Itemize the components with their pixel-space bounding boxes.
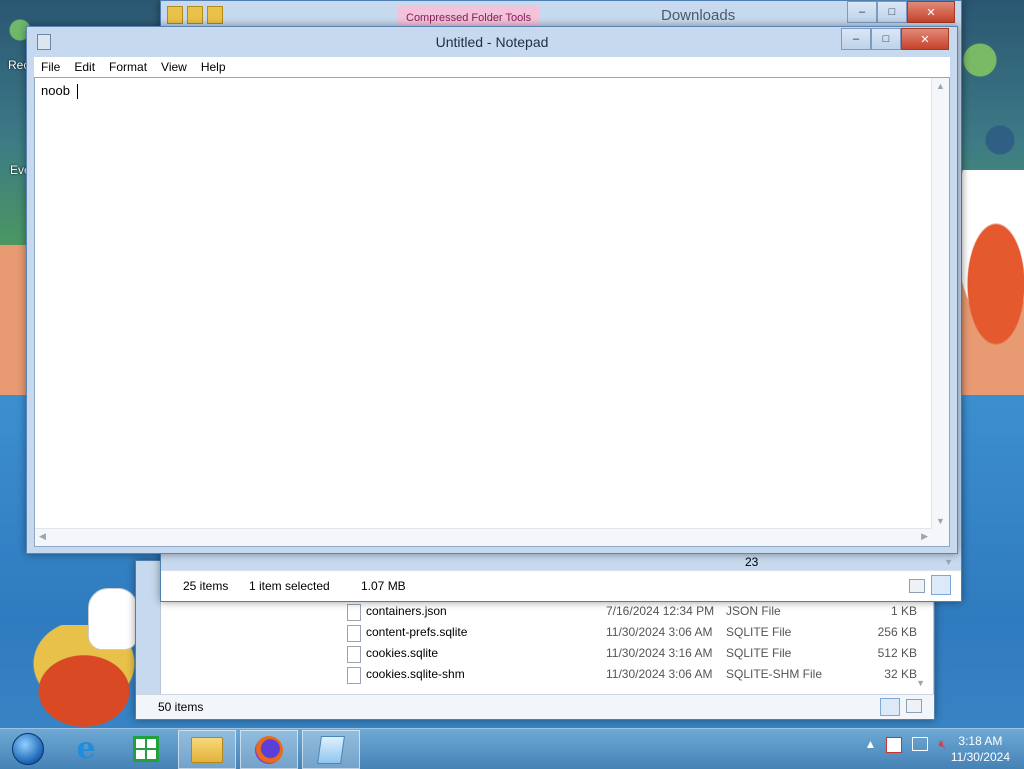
editor-content: noob xyxy=(41,83,70,98)
file-icon xyxy=(347,646,361,663)
close-button[interactable]: ✕ xyxy=(901,28,949,50)
status-bar: 25 items 1 item selected 1.07 MB xyxy=(161,570,961,601)
file-type: SQLITE-SHM File xyxy=(726,667,823,681)
minimize-button[interactable]: ‒ xyxy=(847,1,877,23)
start-button[interactable] xyxy=(0,730,56,767)
wallpaper-glove xyxy=(88,588,138,650)
file-icon xyxy=(347,667,361,684)
text-caret xyxy=(76,84,78,100)
volume-muted-icon[interactable]: 🔇︎ xyxy=(938,737,946,753)
taskbar: e ▲ 🔇︎ 3:18 AM 11/30/2024 xyxy=(0,728,1024,769)
clock-date: 11/30/2024 xyxy=(950,750,1010,764)
file-date: 7/16/2024 12:34 PM xyxy=(606,604,715,618)
scroll-left-arrow-icon[interactable]: ◀ xyxy=(39,531,46,542)
notepad-icon xyxy=(317,735,345,764)
details-view-icon[interactable] xyxy=(880,698,900,716)
windows-store-icon xyxy=(133,735,159,762)
caption-buttons: ‒ □ ✕ xyxy=(847,1,955,23)
compressed-folder-tools-tab[interactable]: Compressed Folder Tools xyxy=(398,5,540,27)
firefox-icon xyxy=(255,735,283,764)
large-icons-view-icon[interactable] xyxy=(931,575,951,595)
file-type: SQLITE File xyxy=(726,625,792,639)
file-name: content-prefs.sqlite xyxy=(366,625,468,639)
wallpaper-character-right xyxy=(960,170,1024,360)
file-row[interactable]: content-prefs.sqlite 11/30/2024 3:06 AM … xyxy=(347,623,917,643)
file-row[interactable]: containers.json 7/16/2024 12:34 PM JSON … xyxy=(347,602,917,622)
caption-buttons: ‒ □ ✕ xyxy=(841,28,949,50)
window-title: Untitled - Notepad xyxy=(435,34,549,50)
selection-count: 1 item selected xyxy=(249,579,330,593)
internet-explorer-button[interactable]: e xyxy=(58,730,114,767)
internet-explorer-icon: e xyxy=(76,731,96,766)
windows-logo-icon xyxy=(12,732,44,765)
folder-icon[interactable] xyxy=(207,6,223,24)
status-bar: 50 items xyxy=(136,694,934,719)
vertical-scrollbar[interactable]: ▲ ▼ xyxy=(931,78,949,529)
file-name: cookies.sqlite-shm xyxy=(366,667,465,681)
menu-help[interactable]: Help xyxy=(194,57,233,77)
file-icon xyxy=(347,625,361,642)
file-row[interactable]: cookies.sqlite-shm 11/30/2024 3:06 AM SQ… xyxy=(347,665,917,685)
close-button[interactable]: ✕ xyxy=(907,1,955,23)
window-title: Downloads xyxy=(661,7,736,24)
properties-icon[interactable] xyxy=(167,6,183,24)
item-count: 50 items xyxy=(158,700,204,714)
file-type: JSON File xyxy=(726,604,781,618)
large-icons-view-icon[interactable] xyxy=(906,699,922,713)
partial-column-value: 23 xyxy=(745,555,759,569)
text-editor-area[interactable]: noob ▲ ▼ ◀ ▶ xyxy=(34,77,950,547)
file-name: containers.json xyxy=(366,604,447,618)
notepad-taskbar-button[interactable] xyxy=(302,730,360,769)
clock-time: 3:18 AM xyxy=(958,734,1003,748)
firefox-button[interactable] xyxy=(240,730,298,769)
file-date: 11/30/2024 3:06 AM xyxy=(606,625,713,639)
editor-text-line[interactable]: noob xyxy=(41,83,78,100)
minimize-button[interactable]: ‒ xyxy=(841,28,871,50)
resize-grip-icon[interactable] xyxy=(932,529,949,546)
details-view-icon[interactable] xyxy=(909,579,925,593)
file-date: 11/30/2024 3:06 AM xyxy=(606,667,713,681)
file-date: 11/30/2024 3:16 AM xyxy=(606,646,713,660)
file-size: 512 KB xyxy=(877,646,917,660)
scroll-right-arrow-icon[interactable]: ▶ xyxy=(921,531,928,542)
scroll-down-arrow-icon[interactable]: ▼ xyxy=(916,678,925,688)
scroll-up-arrow-icon[interactable]: ▲ xyxy=(936,81,945,91)
selection-size: 1.07 MB xyxy=(361,579,406,593)
file-name: cookies.sqlite xyxy=(366,646,439,660)
menu-edit[interactable]: Edit xyxy=(67,57,102,77)
file-size: 256 KB xyxy=(877,625,917,639)
file-size: 32 KB xyxy=(884,667,917,681)
file-explorer-icon xyxy=(191,736,223,763)
menu-file[interactable]: File xyxy=(34,57,67,77)
scroll-down-arrow-icon[interactable]: ▼ xyxy=(936,516,945,526)
title-bar[interactable]: Untitled - Notepad ‒ □ ✕ xyxy=(27,27,957,55)
system-tray: ▲ 🔇︎ xyxy=(865,737,946,753)
maximize-button[interactable]: □ xyxy=(871,28,901,50)
menu-view[interactable]: View xyxy=(154,57,194,77)
action-center-icon[interactable] xyxy=(886,737,903,753)
file-type: SQLITE File xyxy=(726,646,792,660)
show-hidden-icons-icon[interactable]: ▲ xyxy=(865,737,877,753)
file-explorer-button[interactable] xyxy=(178,730,236,769)
file-icon xyxy=(347,604,361,621)
notepad-window[interactable]: Untitled - Notepad ‒ □ ✕ File Edit Forma… xyxy=(26,26,958,554)
scroll-down-arrow-icon[interactable]: ▼ xyxy=(944,557,953,567)
file-size: 1 KB xyxy=(890,604,917,618)
new-folder-icon[interactable] xyxy=(187,6,203,24)
file-row[interactable]: cookies.sqlite 11/30/2024 3:16 AM SQLITE… xyxy=(347,644,917,664)
maximize-button[interactable]: □ xyxy=(877,1,907,23)
horizontal-scrollbar[interactable]: ◀ ▶ xyxy=(35,528,932,546)
menu-format[interactable]: Format xyxy=(102,57,154,77)
menu-bar: File Edit Format View Help xyxy=(34,57,950,77)
windows-store-button[interactable] xyxy=(118,730,174,767)
quick-access-toolbar xyxy=(167,6,223,24)
item-count: 25 items xyxy=(183,579,229,593)
clock[interactable]: 3:18 AM 11/30/2024 xyxy=(951,733,1010,765)
network-icon[interactable] xyxy=(912,737,929,751)
